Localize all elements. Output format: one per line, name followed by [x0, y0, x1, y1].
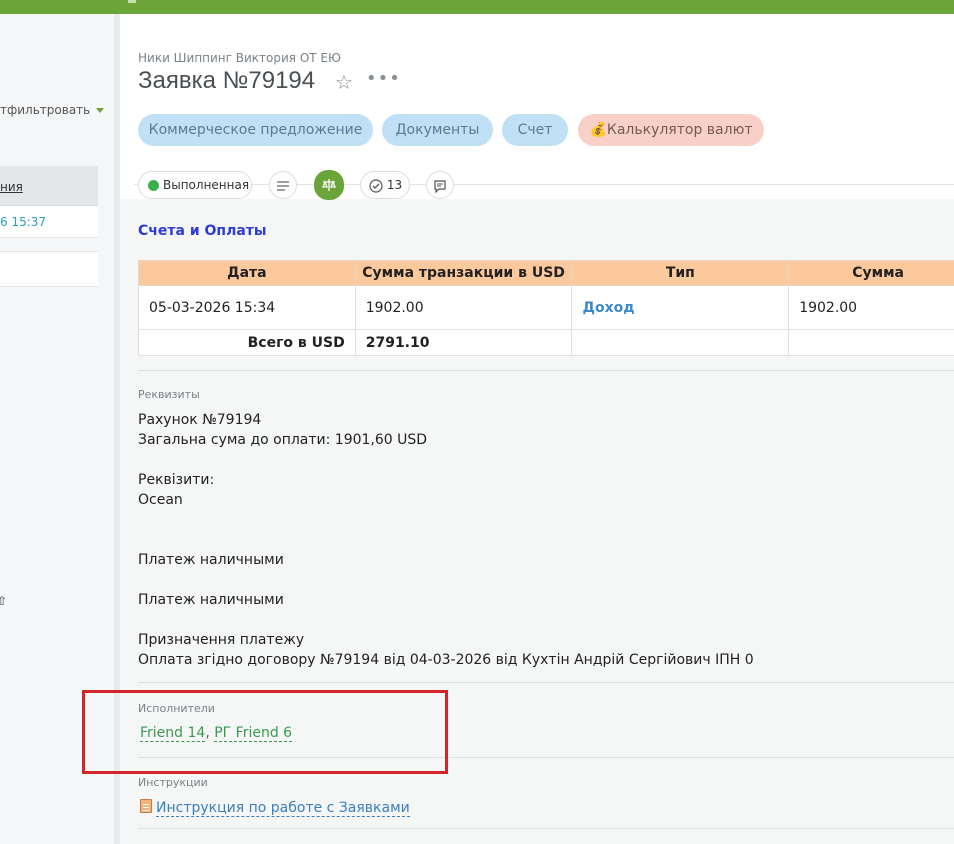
list-column-header[interactable]: ния: [0, 166, 98, 206]
cell-usd-amount: 1902.00: [354, 285, 573, 330]
payments-section-title: Счета и Оплаты: [138, 223, 267, 239]
breadcrumb[interactable]: Ники Шиппинг Виктория ОТ ЕЮ: [138, 51, 341, 65]
status-label: Выполненная: [163, 178, 250, 192]
requisites-label: Реквизиты: [138, 388, 200, 401]
total-label: Всего в USD: [138, 329, 356, 356]
top-bar-mark: [128, 0, 136, 3]
instructions-link[interactable]: Инструкция по работе с Заявками: [156, 800, 410, 817]
cell-empty: [571, 329, 790, 356]
clipboard-icon: [140, 799, 152, 813]
instructions-label: Инструкции: [138, 776, 208, 789]
column-header-usd-amount: Сумма транзакции в USD: [354, 260, 573, 286]
list-item[interactable]: 6 15:37: [0, 206, 98, 238]
status-badge[interactable]: Выполненная: [138, 171, 252, 199]
checklist-count: 13: [386, 178, 403, 192]
check-circle-icon: [369, 178, 383, 193]
filter-label: тфильтровать: [0, 103, 91, 117]
comments-button[interactable]: [426, 171, 454, 199]
payments-table: Дата Сумма транзакции в USD Тип Сумма 05…: [138, 260, 954, 356]
column-header-label: ния: [0, 180, 23, 194]
total-row: Всего в USD 2791.10: [138, 329, 954, 356]
filter-dropdown[interactable]: тфильтровать: [0, 103, 105, 117]
description-button[interactable]: [269, 171, 297, 199]
instructions-item: Инструкция по работе с Заявками: [140, 799, 410, 817]
cell-date: 05-03-2026 15:34: [138, 285, 356, 330]
scales-icon: [322, 178, 336, 191]
chevron-down-icon: [96, 108, 105, 113]
requisites-text: Рахунок №79194 Загальна сума до оплати: …: [138, 412, 754, 668]
status-divider: [134, 184, 954, 185]
documents-button[interactable]: Документы: [382, 114, 493, 146]
comment-icon: [434, 179, 446, 193]
currency-calculator-button[interactable]: 💰Калькулятор валют: [578, 114, 764, 146]
section-divider: [138, 828, 954, 829]
column-header-amount: Сумма: [788, 260, 954, 286]
total-value: 2791.10: [354, 329, 573, 356]
cell-type[interactable]: Доход: [571, 285, 790, 330]
list-icon: [277, 180, 289, 191]
list-item[interactable]: [0, 251, 98, 287]
section-divider: [138, 682, 954, 683]
type-link[interactable]: Доход: [582, 300, 634, 316]
commercial-offer-button[interactable]: Коммерческое предложение: [138, 114, 373, 146]
invoice-button[interactable]: Счет: [502, 114, 568, 146]
status-dot-icon: [148, 180, 159, 191]
column-header-date: Дата: [138, 260, 356, 286]
highlight-frame: [82, 690, 448, 774]
star-icon[interactable]: ☆: [335, 70, 353, 94]
fields-toggle-button[interactable]: [314, 170, 344, 200]
top-bar: [0, 0, 954, 14]
list-item-time: 6 15:37: [0, 215, 47, 229]
page-title: Заявка №79194: [138, 67, 316, 94]
detail-header: [120, 14, 954, 199]
section-divider: [138, 370, 954, 371]
checklist-button[interactable]: 13: [360, 171, 410, 199]
pointer-icon: ⇧: [0, 594, 8, 608]
cell-amount: 1902.00: [788, 285, 954, 330]
column-header-type: Тип: [571, 260, 790, 286]
more-icon[interactable]: •••: [366, 68, 401, 89]
cell-empty: [788, 329, 954, 356]
table-row: 05-03-2026 15:34 1902.00 Доход 1902.00: [138, 285, 954, 330]
